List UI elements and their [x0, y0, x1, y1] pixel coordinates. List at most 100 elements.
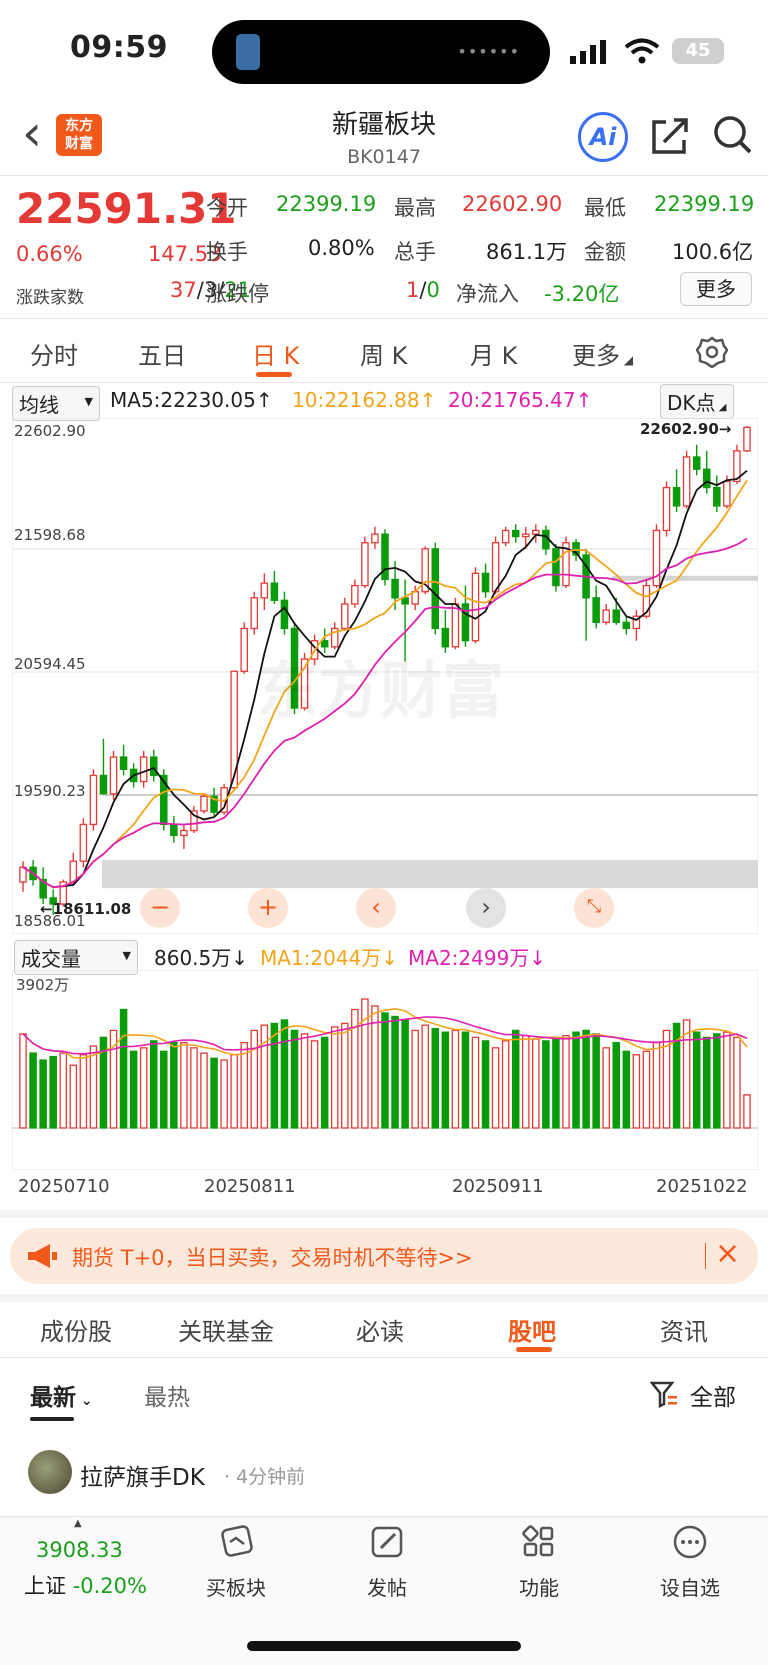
netflow-value: -3.20亿: [544, 282, 620, 306]
volume-ma1: MA1:2044万↓: [260, 946, 399, 970]
candle-body: [351, 584, 359, 605]
tab-monthly-k[interactable]: 月 K: [470, 336, 517, 371]
post-username[interactable]: 拉萨旗手DK: [80, 1458, 205, 1492]
scroll-left-button[interactable]: ‹: [356, 888, 396, 928]
candle-body: [552, 548, 560, 587]
date-label-1: 20250710: [18, 1176, 110, 1197]
banner-close-button[interactable]: ×: [715, 1236, 740, 1271]
candle-body: [471, 572, 480, 642]
volume-bar: [511, 1029, 520, 1129]
volume-bar: [210, 1057, 218, 1129]
volume-bar: [702, 1036, 711, 1129]
volume-chart[interactable]: [12, 970, 758, 1170]
candle-body: [109, 756, 118, 795]
tab-constituents[interactable]: 成份股: [40, 1312, 112, 1347]
candle-body: [612, 609, 621, 623]
volume-bar: [330, 1026, 339, 1129]
tab-five-day[interactable]: 五日: [138, 336, 186, 371]
y-axis-label-2: 21598.68: [14, 526, 86, 544]
post-time: · 4分钟前: [224, 1466, 306, 1488]
index-quote[interactable]: 上证 -0.20%: [24, 1570, 147, 1600]
volume-bar: [79, 1054, 88, 1129]
volume-bar: [562, 1034, 570, 1129]
candle-body: [240, 627, 248, 672]
banner-text[interactable]: 期货 T+0，当日买卖，交易时机不等待>>: [72, 1242, 473, 1272]
nav-functions[interactable]: 功能: [479, 1572, 599, 1601]
settings-icon[interactable]: [696, 336, 728, 368]
tab-weekly-k[interactable]: 周 K: [360, 336, 407, 371]
volume-bar: [501, 1040, 510, 1129]
open-label: 今开: [206, 196, 248, 220]
volume-bar: [89, 1045, 98, 1129]
watermark: 东方财富: [256, 654, 505, 727]
volume-bar: [632, 1054, 641, 1129]
dk-select[interactable]: DK点 ◢: [660, 384, 734, 419]
index-value[interactable]: 3908.33: [36, 1538, 123, 1562]
volume-bar: [320, 1036, 329, 1129]
ma5-value: MA5:22230.05↑: [110, 388, 273, 412]
candle-body: [79, 823, 88, 862]
volume-bar: [290, 1029, 299, 1129]
volume-bar: [652, 1041, 661, 1129]
nav-post[interactable]: 发帖: [327, 1572, 447, 1601]
buy-board-icon[interactable]: [176, 1524, 296, 1567]
volume-bar: [129, 1050, 138, 1129]
nav-buy-board[interactable]: 买板块: [176, 1572, 296, 1601]
tab-forum[interactable]: 股吧: [508, 1312, 556, 1347]
share-icon[interactable]: [650, 116, 690, 156]
ai-button[interactable]: Ai: [578, 112, 628, 162]
compose-icon[interactable]: [327, 1524, 447, 1567]
volume-bar: [250, 1029, 259, 1129]
candle-body: [270, 582, 279, 601]
battery-icon: 45: [672, 38, 724, 64]
home-indicator: [247, 1641, 521, 1651]
candle-body: [431, 548, 440, 630]
tab-daily-k[interactable]: 日 K: [252, 336, 299, 371]
volume-bar: [461, 1031, 470, 1129]
ma-select[interactable]: 均线 ▼: [12, 386, 100, 421]
tab-news[interactable]: 资讯: [660, 1312, 708, 1347]
search-icon[interactable]: [712, 114, 754, 156]
candle-body: [200, 795, 208, 812]
candle-body: [280, 599, 289, 630]
nav-add-watchlist[interactable]: 设自选: [630, 1572, 750, 1601]
candle-body: [99, 774, 108, 795]
volume-bar: [230, 1054, 238, 1129]
more-button[interactable]: 更多: [680, 272, 752, 306]
fullscreen-button[interactable]: ⤡: [574, 888, 614, 928]
volume-bar: [421, 1024, 429, 1129]
volume-bar: [481, 1040, 490, 1129]
high-label: 最高: [394, 196, 436, 220]
current-price: 22591.31: [16, 184, 237, 233]
candle-body: [501, 529, 510, 544]
more-dots-icon[interactable]: [630, 1524, 750, 1567]
volume-bar: [240, 1041, 248, 1129]
volume-ma2: MA2:2499万↓: [408, 946, 547, 970]
candle-body: [692, 456, 701, 470]
sort-hot[interactable]: 最热: [144, 1378, 190, 1412]
zoom-in-button[interactable]: +: [248, 888, 288, 928]
volume-bar: [612, 1041, 621, 1129]
candle-body: [682, 456, 691, 507]
apps-icon[interactable]: [479, 1524, 599, 1567]
tab-more[interactable]: 更多 ◢: [572, 336, 633, 371]
scroll-right-button[interactable]: ›: [466, 888, 506, 928]
volume-bar: [743, 1094, 751, 1129]
zoom-out-button[interactable]: −: [140, 888, 180, 928]
price-zone-high: [612, 575, 758, 581]
tab-intraday[interactable]: 分时: [30, 336, 78, 371]
tab-must-read[interactable]: 必读: [356, 1312, 404, 1347]
filter-all[interactable]: 全部: [690, 1378, 736, 1412]
volume-bar: [39, 1059, 47, 1129]
tab-related-funds[interactable]: 关联基金: [178, 1312, 274, 1347]
ma10-value: 10:22162.88↑: [292, 388, 437, 412]
user-avatar[interactable]: [28, 1450, 72, 1494]
volume-bar: [713, 1033, 721, 1129]
tab-forum-indicator: [516, 1347, 552, 1352]
filter-icon[interactable]: [650, 1380, 678, 1408]
candle-body: [713, 486, 721, 507]
low-value: 22399.19: [654, 192, 755, 216]
volume-value: 860.5万↓: [154, 946, 249, 970]
volume-bar: [371, 1005, 379, 1129]
sort-latest[interactable]: 最新 ⌄: [30, 1378, 93, 1412]
